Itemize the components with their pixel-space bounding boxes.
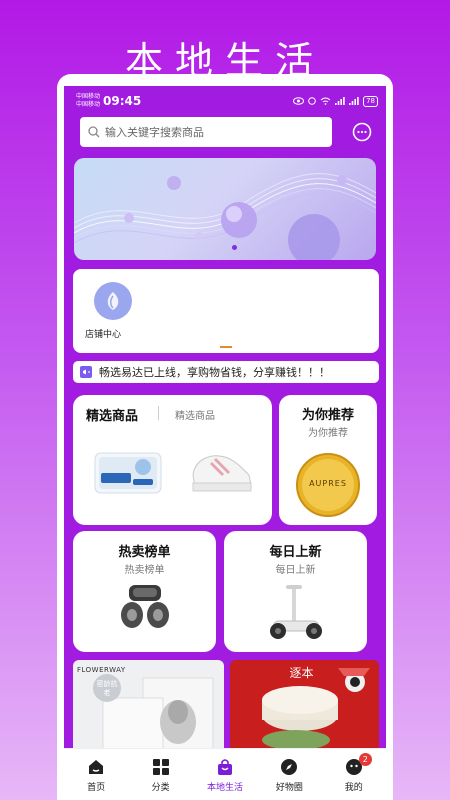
wifi-icon <box>320 97 331 105</box>
search-placeholder: 输入关键字搜索商品 <box>105 126 204 139</box>
carrier-info: 中国移动 中国移动 <box>76 93 100 109</box>
skincare-ad[interactable]: FLOWERWAY 密龄抗老 <box>73 660 224 750</box>
skincare-ad-tag: 密龄抗老 <box>96 680 118 697</box>
grid-icon <box>152 758 169 775</box>
search-row: 输入关键字搜索商品 <box>64 116 386 148</box>
recommend-card[interactable]: 为你推荐 为你推荐 AUPRES <box>279 395 377 525</box>
carousel-indicator <box>232 245 237 250</box>
daily-new-subtitle: 每日上新 <box>275 565 316 576</box>
status-bar: 中国移动 中国移动 09:45 78 <box>64 86 386 116</box>
feature-row-1: 精选商品 精选商品 为你推荐 为你推荐 AUPRES <box>73 395 379 525</box>
sneaker-product-image <box>192 455 252 492</box>
cosmetics-ad[interactable]: 逐本 <box>229 660 379 750</box>
banner-carousel[interactable] <box>74 158 376 260</box>
search-icon <box>88 126 100 138</box>
feature-row-2: 热卖榜单 热卖榜单 每日上新 每日上新 <box>73 531 379 652</box>
alarm-icon <box>308 97 316 105</box>
battery-icon: 78 <box>363 95 378 107</box>
hot-list-subtitle: 热卖榜单 <box>124 565 165 576</box>
tab-home[interactable]: 首页 <box>66 757 126 793</box>
message-icon[interactable] <box>352 122 372 142</box>
earbuds-product-image <box>121 585 169 628</box>
signal-icon <box>335 97 345 105</box>
scooter-product-image <box>270 585 322 639</box>
daily-new-card[interactable]: 每日上新 每日上新 <box>224 531 367 652</box>
selected-goods-subtitle: 精选商品 <box>175 411 215 422</box>
store-center-card: 店铺中心 <box>73 269 379 353</box>
hot-list-card[interactable]: 热卖榜单 热卖榜单 <box>73 531 216 652</box>
tab-home-label: 首页 <box>87 782 106 793</box>
hot-list-title: 热卖榜单 <box>118 545 171 560</box>
tab-category[interactable]: 分类 <box>131 757 191 793</box>
notice-bar[interactable]: 畅选易达已上线，享购物省钱，分享赚钱！！！ <box>73 361 379 383</box>
search-input[interactable]: 输入关键字搜索商品 <box>80 117 332 147</box>
notice-text: 畅选易达已上线，享购物省钱，分享赚钱！！！ <box>99 366 330 379</box>
title-divider <box>158 406 159 420</box>
wipes-product-image <box>94 452 162 494</box>
carrier-2: 中国移动 <box>76 101 101 108</box>
recommend-subtitle: 为你推荐 <box>308 428 348 439</box>
tab-local-life[interactable]: 本地生活 <box>195 757 255 793</box>
tab-mine[interactable]: 我的 2 <box>324 752 384 793</box>
clock: 09:45 <box>103 94 142 108</box>
daily-new-title: 每日上新 <box>269 545 322 560</box>
tab-good-circle-label: 好物圈 <box>275 782 303 793</box>
status-icons: 78 <box>293 95 378 107</box>
selected-goods-title: 精选商品 <box>86 409 139 424</box>
tab-category-label: 分类 <box>151 782 170 793</box>
selected-goods-card[interactable]: 精选商品 精选商品 <box>73 395 272 525</box>
notification-badge: 2 <box>358 752 372 766</box>
carrier-1: 中国移动 <box>76 93 101 100</box>
store-center-label[interactable]: 店铺中心 <box>85 327 121 340</box>
ad-row: FLOWERWAY 密龄抗老 逐本 <box>73 660 379 750</box>
banner-artwork <box>74 173 376 260</box>
tab-mine-label: 我的 <box>344 782 363 793</box>
skincare-ad-image <box>93 674 214 750</box>
shopping-bag-icon <box>217 758 232 775</box>
cosmetics-ad-text: 逐本 <box>289 666 314 680</box>
signal-icon-2 <box>349 97 359 105</box>
page-indicator <box>220 346 232 348</box>
tab-good-circle[interactable]: 好物圈 <box>259 757 319 793</box>
store-center-button[interactable] <box>94 282 132 320</box>
app-screen: 中国移动 中国移动 09:45 78 输入关键字搜索商品 店铺中心 畅选易达已上… <box>64 86 386 800</box>
bottom-tab-bar: 首页 分类 本地生活 好物圈 我的 2 <box>64 748 386 800</box>
leaf-icon <box>107 292 119 310</box>
home-icon <box>89 759 104 774</box>
recommend-title: 为你推荐 <box>301 408 354 423</box>
cream-brand-label: AUPRES <box>309 479 347 488</box>
compass-icon <box>281 758 298 775</box>
tab-local-life-label: 本地生活 <box>206 782 243 793</box>
eye-icon <box>293 97 305 105</box>
megaphone-icon <box>80 366 92 378</box>
